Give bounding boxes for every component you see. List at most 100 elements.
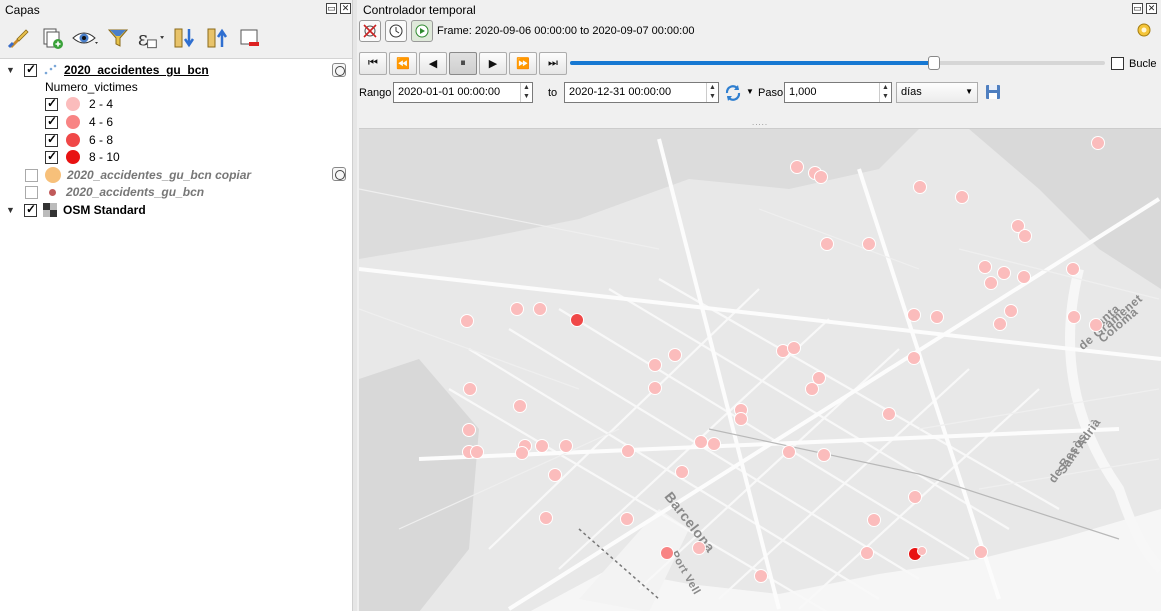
accident-point[interactable]: [570, 313, 584, 327]
layer-name[interactable]: 2020_accidentes_gu_bcn copiar: [67, 168, 251, 182]
play-forward-button[interactable]: ▶: [479, 52, 507, 75]
layer-visibility-checkbox[interactable]: [24, 62, 37, 77]
collapse-arrow-icon[interactable]: ▼: [6, 65, 16, 75]
play-backward-button[interactable]: ◀: [419, 52, 447, 75]
skip-to-end-button[interactable]: ⏭: [539, 52, 567, 75]
collapse-all-icon[interactable]: [202, 23, 231, 53]
accident-point[interactable]: [817, 448, 831, 462]
class-checkbox[interactable]: [45, 96, 58, 111]
map-canvas[interactable]: Santa Coloma de Gramenet Sant Adrià de B…: [359, 128, 1161, 611]
accident-point[interactable]: [675, 465, 689, 479]
accident-point[interactable]: [1066, 262, 1080, 276]
accident-point[interactable]: [548, 468, 562, 482]
accident-point[interactable]: [907, 351, 921, 365]
accident-point[interactable]: [1089, 318, 1103, 332]
loop-checkbox[interactable]: [1111, 57, 1124, 70]
time-slider[interactable]: [570, 61, 1105, 65]
accident-point[interactable]: [978, 260, 992, 274]
accident-point[interactable]: [660, 546, 674, 560]
accident-point[interactable]: [1018, 229, 1032, 243]
accident-point[interactable]: [1067, 310, 1081, 324]
accident-point[interactable]: [790, 160, 804, 174]
step-input[interactable]: 1,000 ▲ ▼: [784, 82, 892, 103]
accident-point[interactable]: [692, 541, 706, 555]
spin-arrows-icon[interactable]: ▲ ▼: [520, 83, 532, 102]
accident-point[interactable]: [907, 308, 921, 322]
layer-row-osm[interactable]: ▼ OSM Standard: [6, 201, 146, 219]
accident-point[interactable]: [1004, 304, 1018, 318]
accident-point[interactable]: [814, 170, 828, 184]
legend-class-row[interactable]: 6 - 8: [45, 131, 113, 149]
time-slider-handle[interactable]: [927, 56, 940, 70]
range-end-input[interactable]: 2020-12-31 00:00:00 ▲ ▼: [564, 82, 719, 103]
accident-point[interactable]: [1091, 136, 1105, 150]
expression-icon[interactable]: ε: [136, 23, 165, 53]
accident-point[interactable]: [867, 513, 881, 527]
accident-point[interactable]: [782, 445, 796, 459]
accident-point[interactable]: [668, 348, 682, 362]
accident-point[interactable]: [648, 381, 662, 395]
accident-point[interactable]: [862, 237, 876, 251]
accident-point[interactable]: [539, 511, 553, 525]
accident-point[interactable]: [984, 276, 998, 290]
accident-point[interactable]: [462, 423, 476, 437]
accident-point[interactable]: [620, 512, 634, 526]
accident-point[interactable]: [694, 435, 708, 449]
accident-point[interactable]: [820, 237, 834, 251]
accident-point[interactable]: [882, 407, 896, 421]
accident-point[interactable]: [908, 490, 922, 504]
accident-point[interactable]: [470, 445, 484, 459]
save-icon[interactable]: [985, 84, 1001, 100]
previous-frame-button[interactable]: ⏪: [389, 52, 417, 75]
accident-point[interactable]: [621, 444, 635, 458]
accident-point[interactable]: [513, 399, 527, 413]
refresh-range-icon[interactable]: [723, 83, 743, 103]
accident-point[interactable]: [754, 569, 768, 583]
legend-class-row[interactable]: 8 - 10: [45, 148, 120, 166]
spin-arrows-icon[interactable]: ▲ ▼: [879, 83, 891, 102]
accident-point[interactable]: [805, 382, 819, 396]
spin-arrows-icon[interactable]: ▲ ▼: [706, 83, 718, 102]
class-checkbox[interactable]: [45, 132, 58, 147]
accident-point[interactable]: [913, 180, 927, 194]
accident-point[interactable]: [930, 310, 944, 324]
legend-class-row[interactable]: 2 - 4: [45, 95, 113, 113]
accident-point[interactable]: [707, 437, 721, 451]
accident-point[interactable]: [955, 190, 969, 204]
accident-point[interactable]: [917, 546, 927, 556]
animated-button[interactable]: [411, 20, 433, 42]
pause-button[interactable]: ⏸: [449, 52, 477, 75]
layer-name[interactable]: OSM Standard: [63, 203, 146, 217]
resize-grip-icon[interactable]: .....: [752, 118, 768, 127]
expand-all-icon[interactable]: [169, 23, 198, 53]
disable-temporal-button[interactable]: [359, 20, 381, 42]
layer-row-accidentes[interactable]: ▼ 2020_accidentes_gu_bcn: [6, 61, 352, 79]
layer-visibility-checkbox[interactable]: [25, 185, 38, 199]
accident-point[interactable]: [559, 439, 573, 453]
accident-point[interactable]: [997, 266, 1011, 280]
layer-row-accidentes-copiar[interactable]: 2020_accidentes_gu_bcn copiar: [25, 166, 251, 184]
accident-point[interactable]: [463, 382, 477, 396]
legend-class-row[interactable]: 4 - 6: [45, 113, 113, 131]
accident-point[interactable]: [860, 546, 874, 560]
add-group-icon[interactable]: [37, 23, 66, 53]
accident-point[interactable]: [535, 439, 549, 453]
accident-point[interactable]: [974, 545, 988, 559]
accident-point[interactable]: [993, 317, 1007, 331]
close-panel-icon[interactable]: ✕: [1146, 3, 1157, 14]
eye-icon[interactable]: [70, 23, 99, 53]
fixed-range-button[interactable]: [385, 20, 407, 42]
layer-name[interactable]: 2020_accidents_gu_bcn: [66, 185, 204, 199]
style-brush-icon[interactable]: [4, 23, 33, 53]
temporal-clock-icon[interactable]: [332, 63, 346, 77]
collapse-arrow-icon[interactable]: ▼: [6, 205, 16, 215]
rewind-to-start-button[interactable]: ⏮: [359, 52, 387, 75]
accident-point[interactable]: [787, 341, 801, 355]
filter-icon[interactable]: [103, 23, 132, 53]
layer-visibility-checkbox[interactable]: [24, 202, 37, 217]
float-panel-icon[interactable]: ▭: [1132, 3, 1143, 14]
accident-point[interactable]: [1017, 270, 1031, 284]
dropdown-arrow-icon[interactable]: ▼: [746, 87, 754, 96]
accident-point[interactable]: [734, 412, 748, 426]
float-panel-icon[interactable]: ▭: [326, 3, 337, 14]
